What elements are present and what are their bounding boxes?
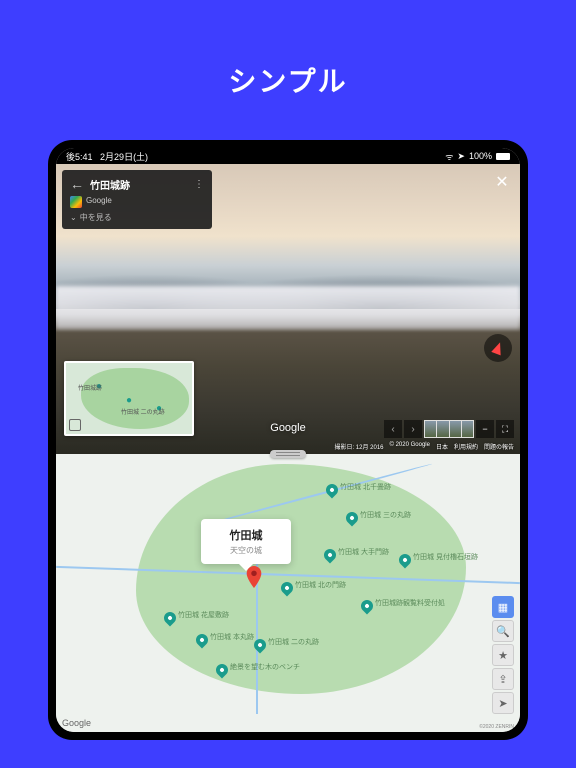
poi-label: 絶景を望む木のベンチ [230, 662, 300, 672]
expand-row[interactable]: ⌄ 中を見る [70, 212, 204, 223]
minimap-label: 竹田城跡 [78, 383, 102, 392]
selected-marker-icon[interactable] [246, 566, 262, 588]
streetview-info-panel: ← 竹田城跡 ⋮ Google ⌄ 中を見る [62, 170, 212, 229]
place-title: 竹田城跡 [90, 177, 188, 192]
minimap-pin: ● [126, 395, 132, 406]
wifi-icon: ᯤ [445, 150, 453, 163]
fullscreen-icon[interactable] [69, 419, 81, 431]
country: 日本 [436, 442, 448, 451]
map-pane[interactable]: 竹田城 北千畳跡 竹田城 三の丸跡 竹田城 大手門跡 竹田城 見付櫓石垣跡 竹田… [56, 454, 520, 732]
status-bar: 後5:41 2月29日(土) ᯤ ➤ 100% [56, 148, 520, 164]
poi-label: 竹田城 三の丸跡 [360, 510, 411, 520]
layers-button[interactable]: ▦ [492, 596, 514, 618]
callout-subtitle: 天空の城 [215, 545, 277, 556]
favorite-button[interactable]: ★ [492, 644, 514, 666]
poi-label: 竹田城 花屋敷跡 [178, 610, 229, 620]
poi-label: 竹田城 二の丸跡 [268, 637, 319, 647]
poi-label: 竹田城 見付櫓石垣跡 [413, 552, 478, 562]
locate-button[interactable]: ➤ [492, 692, 514, 714]
terms-link[interactable]: 利用規約 [454, 442, 478, 451]
kebab-icon[interactable]: ⋮ [194, 179, 204, 190]
landscape-clouds [56, 286, 520, 330]
zoom-out-icon[interactable]: − [476, 420, 494, 438]
source-label: Google [86, 196, 112, 208]
drag-handle[interactable] [270, 450, 306, 458]
poi-label: 竹田城跡観覧料受付処 [375, 598, 445, 608]
callout-title: 竹田城 [215, 527, 277, 543]
poi-label: 竹田城 大手門跡 [338, 547, 389, 557]
fullscreen-icon[interactable]: ⛶ [496, 420, 514, 438]
minimap-label: 竹田城 二の丸跡 [121, 407, 165, 416]
thumbnail-strip[interactable] [424, 420, 474, 438]
chevron-down-icon: ⌄ [70, 213, 77, 222]
close-button[interactable]: ✕ [492, 172, 512, 192]
streetview-pane[interactable]: ← 竹田城跡 ⋮ Google ⌄ 中を見る ✕ ● ● ● [56, 164, 520, 454]
hero-title: シンプル [0, 0, 576, 140]
google-logo: Google [270, 422, 305, 434]
battery-icon [496, 153, 510, 160]
poi-label: 竹田城 北の門跡 [295, 580, 346, 590]
poi-label: 竹田城 北千畳跡 [340, 482, 391, 492]
tablet-frame: 後5:41 2月29日(土) ᯤ ➤ 100% ← 竹田城跡 ⋮ [48, 140, 528, 740]
location-icon: ➤ [457, 151, 465, 162]
capture-date: 撮影日: 12月 2016 [334, 442, 383, 451]
status-date: 2月29日(土) [100, 152, 148, 162]
attribution: 撮影日: 12月 2016 © 2020 Google 日本 利用規約 問題の報… [334, 442, 514, 451]
copyright: © 2020 Google [390, 442, 430, 451]
prev-button[interactable]: ‹ [384, 420, 402, 438]
map-copyright: ©2020 ZENRIN [479, 724, 514, 730]
place-callout[interactable]: 竹田城 天空の城 [201, 519, 291, 564]
report-link[interactable]: 問題の報告 [484, 442, 514, 451]
poi-label: 竹田城 本丸跡 [210, 632, 254, 642]
minimap[interactable]: ● ● ● 竹田城跡 竹田城 二の丸跡 [64, 361, 194, 436]
expand-label: 中を見る [80, 212, 112, 223]
status-time: 後5:41 [66, 152, 93, 162]
map-toolbar: ▦ 🔍 ★ ⇪ ➤ [492, 596, 514, 714]
screen: 後5:41 2月29日(土) ᯤ ➤ 100% ← 竹田城跡 ⋮ [56, 148, 520, 732]
streetview-controls: ‹ › − ⛶ [384, 420, 514, 438]
back-icon[interactable]: ← [70, 176, 84, 192]
next-button[interactable]: › [404, 420, 422, 438]
google-icon [70, 196, 82, 208]
compass-icon[interactable] [484, 334, 512, 362]
search-button[interactable]: 🔍 [492, 620, 514, 642]
google-logo: Google [62, 718, 91, 728]
share-button[interactable]: ⇪ [492, 668, 514, 690]
battery-percent: 100% [469, 151, 492, 161]
